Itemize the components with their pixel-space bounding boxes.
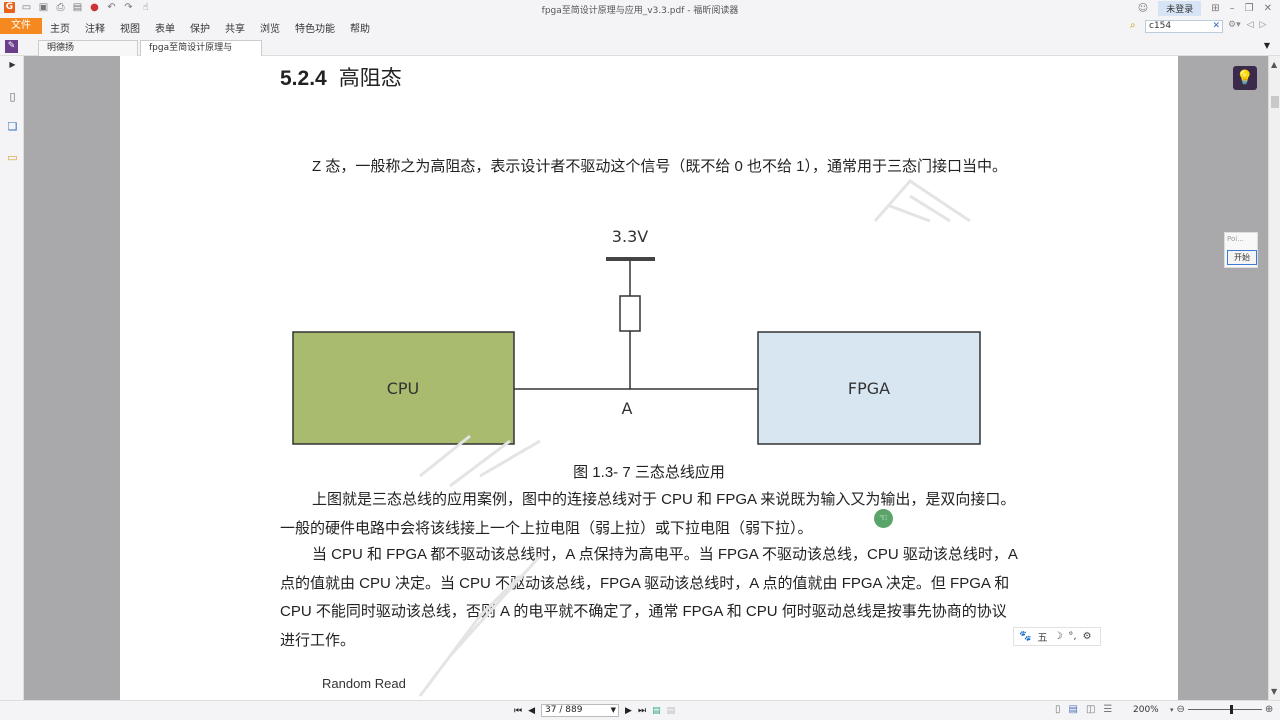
window-controls: ☺ 未登录 ⊞ – ❐ ✕ [1138, 1, 1272, 16]
tab-document-1[interactable]: 明德扬mp801_v2.0.pdf [38, 40, 138, 68]
ime-toolbar: 🐾 五 ☽ °, ⚙ [1013, 627, 1101, 646]
paragraph-text: 上图就是三态总线的应用案例，图中的连接总线对于 CPU 和 FPGA 来说既为输… [280, 491, 1016, 537]
comments-icon[interactable]: ▭ [6, 151, 19, 164]
single-page-icon[interactable]: ▯ [1055, 704, 1061, 715]
lightbulb-icon[interactable]: 💡 [1233, 66, 1257, 90]
facing-page-icon[interactable]: ◫ [1086, 704, 1095, 715]
page-dropdown-icon[interactable]: ▼ [611, 705, 616, 716]
window-title: fpga至简设计原理与应用_v3.3.pdf - 福昕阅读器 [541, 6, 739, 16]
menu-help[interactable]: 帮助 [350, 20, 370, 35]
grid-icon[interactable]: ⊞ [1211, 3, 1219, 14]
zoom-dropdown-icon[interactable]: ▾ [1170, 706, 1174, 714]
status-bar: ⏮ ◀ 37 / 889 ▼ ▶ ⏭ ▤ ▤ ▯ ▤ ◫ ☰ 200% ▾ ⊖ … [0, 700, 1280, 720]
node-a-label: A [622, 399, 633, 418]
tab-document-2[interactable]: fpga至简设计原理与应...× [140, 40, 262, 68]
next-section-heading: Random Read [322, 676, 406, 691]
power-rail [606, 257, 655, 261]
cpu-label: CPU [387, 379, 420, 398]
next-page-icon[interactable]: ▶ [625, 706, 632, 716]
document-viewport[interactable]: 5.2.4 高阻态 Z 态，一般称之为高阻态，表示设计者不驱动这个信号（既不给 0… [24, 56, 1268, 700]
ime-halfwidth-icon[interactable]: ☽ [1053, 631, 1062, 642]
heading-number: 5.2.4 [280, 67, 327, 90]
tristate-bus-diagram: 3.3V CPU FPGA A [292, 227, 981, 445]
search-icon[interactable]: ⌕ [1130, 20, 1136, 31]
continuous-page-icon[interactable]: ▤ [1069, 704, 1078, 715]
figure-caption: 图 1.3- 7 三态总线应用 [573, 464, 725, 481]
fpga-label: FPGA [848, 379, 890, 398]
app-menu-icon[interactable]: ✎ [5, 40, 18, 53]
voltage-label: 3.3V [612, 227, 648, 246]
menu-browse[interactable]: 浏览 [260, 20, 280, 35]
search-value: c154 [1149, 21, 1172, 31]
menu-bar: 文件 主页 注释 视图 表单 保护 共享 浏览 特色功能 帮助 [0, 18, 1280, 36]
minimize-icon[interactable]: – [1230, 3, 1235, 14]
pages-icon[interactable]: ❏ [6, 120, 19, 133]
tab-bar: ✎ 明德扬mp801_v2.0.pdf fpga至简设计原理与应...× [0, 38, 1280, 68]
ime-logo-icon[interactable]: 🐾 [1019, 631, 1031, 642]
side-popup: Poi... 开始 [1224, 232, 1258, 268]
hand-cursor-icon: ☜ [874, 509, 893, 528]
zoom-control: ▾ ⊖ ⊕ [1170, 704, 1273, 715]
search-settings-icon[interactable]: ⚙▾ [1228, 20, 1241, 30]
navigation-panel: ▶ ▯ ❏ ▭ [0, 56, 24, 700]
start-button[interactable]: 开始 [1227, 250, 1257, 265]
first-page-icon[interactable]: ⏮ [514, 706, 522, 716]
menu-features[interactable]: 特色功能 [295, 20, 335, 35]
paragraph-1: Z 态，一般称之为高阻态，表示设计者不驱动这个信号（既不给 0 也不给 1），通… [280, 153, 1020, 182]
last-page-icon[interactable]: ⏭ [638, 706, 646, 716]
close-icon[interactable]: ✕ [1264, 3, 1272, 14]
page-number-input[interactable]: 37 / 889 ▼ [541, 704, 620, 717]
search-input[interactable]: c154 ✕ [1145, 20, 1223, 33]
popup-title: Poi... [1227, 235, 1244, 243]
ime-punctuation-icon[interactable]: °, [1068, 631, 1076, 642]
menu-file[interactable]: 文件 [0, 18, 42, 34]
continuous-facing-icon[interactable]: ☰ [1103, 704, 1112, 715]
search-prev-icon[interactable]: ◁ [1247, 20, 1254, 30]
title-bar: G ▭ ▣ ⎙ ▤ ● ↶ ↷ ☝ fpga至简设计原理与应用_v3.3.pdf… [0, 0, 1280, 18]
zoom-level[interactable]: 200% [1133, 705, 1159, 715]
extract-page-icon[interactable]: ▤ [652, 706, 661, 716]
ime-settings-icon[interactable]: ⚙ [1083, 631, 1092, 642]
scroll-up-icon[interactable]: ▲ [1271, 60, 1277, 69]
paragraph-text: Z 态，一般称之为高阻态，表示设计者不驱动这个信号（既不给 0 也不给 1），通… [312, 158, 1008, 175]
ribbon-collapse-icon[interactable]: ▼ [1264, 41, 1270, 50]
page-layout-icon[interactable]: ▤ [667, 706, 676, 716]
menu-annotate[interactable]: 注释 [85, 20, 105, 35]
skin-icon[interactable]: ☺ [1138, 3, 1148, 14]
page-navigation: ⏮ ◀ 37 / 889 ▼ ▶ ⏭ ▤ ▤ [514, 704, 675, 717]
search-options: ⚙▾ ◁ ▷ [1228, 20, 1266, 30]
zoom-out-icon[interactable]: ⊖ [1177, 704, 1185, 715]
zoom-slider-handle[interactable] [1229, 705, 1233, 714]
paragraph-2: 上图就是三态总线的应用案例，图中的连接总线对于 CPU 和 FPGA 来说既为输… [280, 486, 1020, 543]
paragraph-text: 当 CPU 和 FPGA 都不驱动该总线时，A 点保持为高电平。当 FPGA 不… [280, 546, 1018, 649]
clear-search-icon[interactable]: ✕ [1212, 21, 1220, 32]
menu-share[interactable]: 共享 [225, 20, 245, 35]
section-heading: 5.2.4 高阻态 [280, 62, 402, 92]
vertical-scrollbar[interactable]: ▲ ▼ [1268, 56, 1280, 700]
menu-form[interactable]: 表单 [155, 20, 175, 35]
zoom-slider[interactable] [1187, 705, 1262, 714]
expand-panel-icon[interactable]: ▶ [6, 58, 19, 71]
scroll-down-icon[interactable]: ▼ [1271, 687, 1277, 696]
page-number-value: 37 / 889 [545, 705, 583, 715]
heading-text: 高阻态 [338, 67, 402, 90]
view-modes: ▯ ▤ ◫ ☰ [1055, 704, 1112, 715]
pullup-resistor [619, 295, 641, 332]
menu-home[interactable]: 主页 [50, 20, 70, 35]
scroll-thumb[interactable] [1271, 96, 1279, 108]
login-button[interactable]: 未登录 [1158, 1, 1202, 16]
ime-mode-wubi[interactable]: 五 [1037, 629, 1047, 644]
bookmark-icon[interactable]: ▯ [6, 90, 19, 103]
prev-page-icon[interactable]: ◀ [528, 706, 535, 716]
search-next-icon[interactable]: ▷ [1260, 20, 1267, 30]
menu-protect[interactable]: 保护 [190, 20, 210, 35]
zoom-in-icon[interactable]: ⊕ [1265, 704, 1273, 715]
menu-view[interactable]: 视图 [120, 20, 140, 35]
pdf-page: 5.2.4 高阻态 Z 态，一般称之为高阻态，表示设计者不驱动这个信号（既不给 0… [120, 56, 1178, 700]
restore-icon[interactable]: ❐ [1245, 3, 1254, 14]
paragraph-3: 当 CPU 和 FPGA 都不驱动该总线时，A 点保持为高电平。当 FPGA 不… [280, 541, 1020, 655]
